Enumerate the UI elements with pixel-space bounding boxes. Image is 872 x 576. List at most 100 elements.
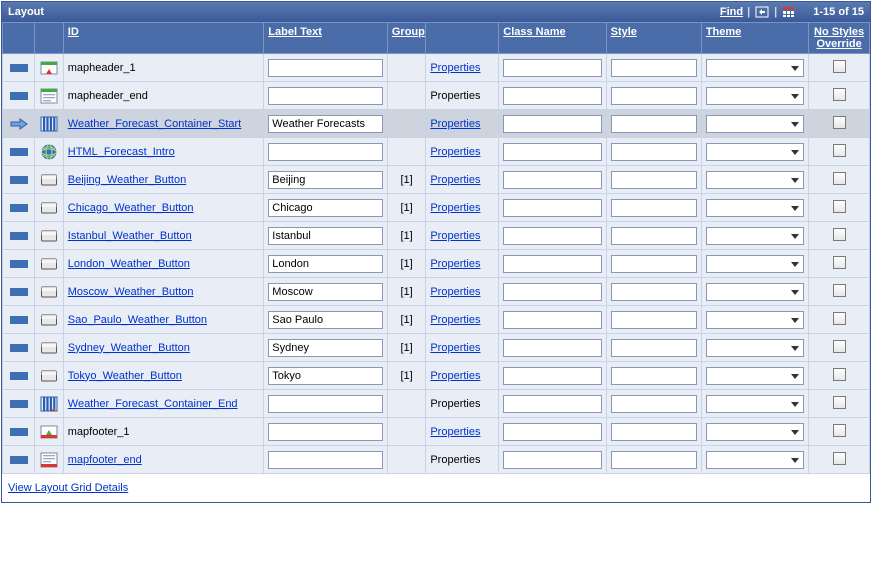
- row-type-icon[interactable]: [35, 278, 63, 306]
- label-cell[interactable]: [264, 110, 388, 138]
- label-cell[interactable]: [264, 334, 388, 362]
- properties-link[interactable]: Properties: [430, 342, 480, 354]
- classname-cell[interactable]: [499, 250, 606, 278]
- theme-combo[interactable]: [706, 143, 804, 161]
- properties-cell[interactable]: Properties: [426, 194, 499, 222]
- nostyles-checkbox[interactable]: [833, 284, 846, 297]
- label-input[interactable]: [268, 423, 383, 441]
- row-marker-cell[interactable]: [3, 194, 35, 222]
- style-cell[interactable]: [606, 362, 701, 390]
- style-cell[interactable]: [606, 82, 701, 110]
- style-input[interactable]: [611, 367, 697, 385]
- style-cell[interactable]: [606, 390, 701, 418]
- theme-cell[interactable]: [701, 166, 808, 194]
- nostyles-cell[interactable]: [809, 306, 870, 334]
- id-cell[interactable]: Tokyo_Weather_Button: [63, 362, 264, 390]
- theme-cell[interactable]: [701, 390, 808, 418]
- classname-cell[interactable]: [499, 166, 606, 194]
- theme-combo[interactable]: [706, 255, 804, 273]
- properties-cell[interactable]: Properties: [426, 362, 499, 390]
- label-input[interactable]: [268, 171, 383, 189]
- id-link[interactable]: HTML_Forecast_Intro: [68, 146, 175, 158]
- theme-cell[interactable]: [701, 418, 808, 446]
- classname-input[interactable]: [503, 367, 601, 385]
- theme-cell[interactable]: [701, 138, 808, 166]
- id-link[interactable]: Beijing_Weather_Button: [68, 174, 186, 186]
- label-input[interactable]: [268, 339, 383, 357]
- classname-cell[interactable]: [499, 278, 606, 306]
- row-marker-cell[interactable]: [3, 390, 35, 418]
- theme-combo[interactable]: [706, 171, 804, 189]
- id-cell[interactable]: Istanbul_Weather_Button: [63, 222, 264, 250]
- theme-cell[interactable]: [701, 334, 808, 362]
- row-marker-cell[interactable]: [3, 278, 35, 306]
- style-cell[interactable]: [606, 250, 701, 278]
- style-input[interactable]: [611, 115, 697, 133]
- nostyles-checkbox[interactable]: [833, 340, 846, 353]
- row-type-icon[interactable]: [35, 362, 63, 390]
- style-cell[interactable]: [606, 306, 701, 334]
- properties-cell[interactable]: Properties: [426, 306, 499, 334]
- properties-link[interactable]: Properties: [430, 314, 480, 326]
- label-input[interactable]: [268, 311, 383, 329]
- nostyles-checkbox[interactable]: [833, 452, 846, 465]
- theme-cell[interactable]: [701, 362, 808, 390]
- row-marker-cell[interactable]: [3, 138, 35, 166]
- style-cell[interactable]: [606, 194, 701, 222]
- classname-input[interactable]: [503, 87, 601, 105]
- classname-cell[interactable]: [499, 362, 606, 390]
- properties-link[interactable]: Properties: [430, 370, 480, 382]
- label-cell[interactable]: [264, 250, 388, 278]
- label-cell[interactable]: [264, 166, 388, 194]
- id-cell[interactable]: Beijing_Weather_Button: [63, 166, 264, 194]
- nostyles-checkbox[interactable]: [833, 116, 846, 129]
- nostyles-cell[interactable]: [809, 110, 870, 138]
- classname-input[interactable]: [503, 255, 601, 273]
- properties-link[interactable]: Properties: [430, 202, 480, 214]
- theme-cell[interactable]: [701, 194, 808, 222]
- id-cell[interactable]: mapfooter_end: [63, 446, 264, 474]
- row-type-icon[interactable]: [35, 446, 63, 474]
- nostyles-checkbox[interactable]: [833, 312, 846, 325]
- style-cell[interactable]: [606, 138, 701, 166]
- properties-cell[interactable]: Properties: [426, 250, 499, 278]
- label-input[interactable]: [268, 59, 383, 77]
- classname-input[interactable]: [503, 199, 601, 217]
- nostyles-checkbox[interactable]: [833, 424, 846, 437]
- classname-cell[interactable]: [499, 222, 606, 250]
- classname-cell[interactable]: [499, 390, 606, 418]
- id-link[interactable]: Sao_Paulo_Weather_Button: [68, 314, 207, 326]
- style-input[interactable]: [611, 143, 697, 161]
- label-input[interactable]: [268, 451, 383, 469]
- id-link[interactable]: Moscow_Weather_Button: [68, 286, 194, 298]
- nostyles-checkbox[interactable]: [833, 172, 846, 185]
- theme-combo[interactable]: [706, 395, 804, 413]
- nostyles-cell[interactable]: [809, 222, 870, 250]
- row-marker-cell[interactable]: [3, 82, 35, 110]
- classname-input[interactable]: [503, 143, 601, 161]
- col-theme[interactable]: Theme: [701, 23, 808, 54]
- id-link[interactable]: Weather_Forecast_Container_End: [68, 398, 238, 410]
- properties-cell[interactable]: Properties: [426, 110, 499, 138]
- theme-cell[interactable]: [701, 110, 808, 138]
- style-input[interactable]: [611, 423, 697, 441]
- classname-cell[interactable]: [499, 82, 606, 110]
- label-input[interactable]: [268, 87, 383, 105]
- view-grid-details-link[interactable]: View Layout Grid Details: [2, 474, 870, 502]
- properties-link[interactable]: Properties: [430, 258, 480, 270]
- label-input[interactable]: [268, 199, 383, 217]
- row-type-icon[interactable]: [35, 306, 63, 334]
- id-link[interactable]: Weather_Forecast_Container_Start: [68, 118, 241, 130]
- row-type-icon[interactable]: [35, 82, 63, 110]
- style-cell[interactable]: [606, 418, 701, 446]
- row-type-icon[interactable]: [35, 54, 63, 82]
- row-type-icon[interactable]: [35, 110, 63, 138]
- style-input[interactable]: [611, 451, 697, 469]
- label-cell[interactable]: [264, 82, 388, 110]
- label-input[interactable]: [268, 255, 383, 273]
- theme-combo[interactable]: [706, 59, 804, 77]
- row-marker-cell[interactable]: [3, 222, 35, 250]
- style-input[interactable]: [611, 395, 697, 413]
- id-link[interactable]: Chicago_Weather_Button: [68, 202, 194, 214]
- row-type-icon[interactable]: [35, 194, 63, 222]
